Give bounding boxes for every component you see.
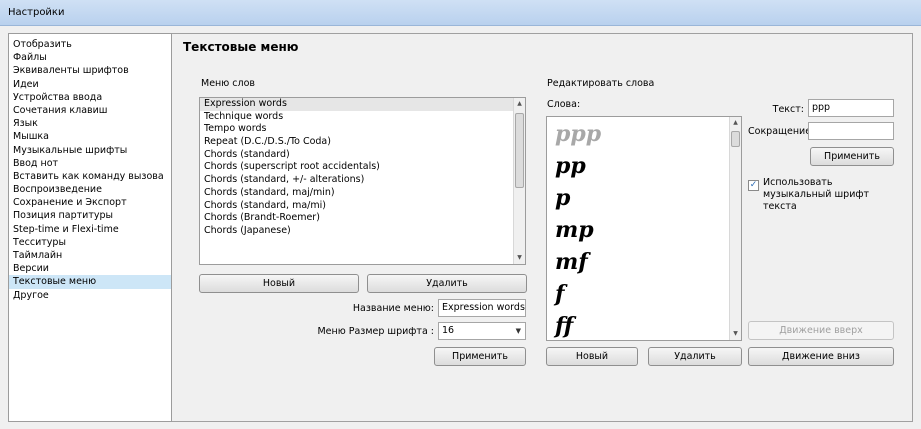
- list-item[interactable]: Chords (Brandt-Roemer): [200, 212, 525, 225]
- page-title: Текстовые меню: [183, 40, 299, 54]
- list-item[interactable]: mf: [555, 249, 588, 275]
- window-title: Настройки: [8, 7, 65, 18]
- scroll-up-arrow-icon[interactable]: ▲: [730, 117, 741, 129]
- move-up-button[interactable]: Движение вверх: [748, 321, 894, 340]
- list-item[interactable]: Chords (Japanese): [200, 225, 525, 238]
- sidebar-item[interactable]: Вставить как команду вызова: [9, 170, 171, 183]
- abbreviation-label: Сокращение:: [748, 126, 815, 137]
- word-menus-label: Меню слов: [201, 78, 255, 89]
- delete-word-button[interactable]: Удалить: [648, 347, 742, 366]
- abbreviation-field[interactable]: [808, 122, 894, 140]
- sidebar-item[interactable]: Таймлайн: [9, 249, 171, 262]
- menu-name-field[interactable]: Expression words: [438, 299, 526, 317]
- menu-name-label: Название меню:: [352, 303, 434, 314]
- list-item[interactable]: ppp: [555, 121, 601, 147]
- new-menu-button[interactable]: Новый: [199, 274, 359, 293]
- list-item[interactable]: pp: [555, 153, 586, 179]
- list-item[interactable]: ff: [555, 313, 573, 339]
- sidebar-item[interactable]: Сочетания клавиш: [9, 104, 171, 117]
- words-list[interactable]: ppp pp p mp mf f ff ▲ ▼: [546, 116, 742, 341]
- use-music-font-checkbox[interactable]: ✓: [748, 180, 759, 191]
- sidebar-item[interactable]: Другое: [9, 289, 171, 302]
- sidebar-item[interactable]: Устройства ввода: [9, 91, 171, 104]
- font-size-value: 16: [442, 325, 455, 336]
- list-item[interactable]: Repeat (D.C./D.S./To Coda): [200, 136, 525, 149]
- sidebar-item[interactable]: Отобразить: [9, 38, 171, 51]
- scroll-up-arrow-icon[interactable]: ▲: [514, 98, 525, 110]
- use-music-font-label: Использовать музыкальный шрифт текста: [763, 177, 870, 212]
- sidebar: Отобразить Файлы Эквиваленты шрифтов Идеи Ус…: [8, 33, 172, 422]
- sidebar-item[interactable]: Эквиваленты шрифтов: [9, 64, 171, 77]
- word-menus-list[interactable]: Expression words Technique words Tempo wor…: [199, 97, 526, 265]
- edit-words-label: Редактировать слова: [547, 78, 655, 89]
- word-menus-scrollbar[interactable]: ▲ ▼: [513, 98, 525, 264]
- list-item[interactable]: Chords (standard, +/- alterations): [200, 174, 525, 187]
- sidebar-item[interactable]: Язык: [9, 117, 171, 130]
- scroll-down-arrow-icon[interactable]: ▼: [730, 328, 741, 340]
- word-menus-rows: Expression words Technique words Tempo wor…: [200, 98, 525, 238]
- text-field[interactable]: ppp: [808, 99, 894, 117]
- list-item[interactable]: mp: [555, 217, 594, 243]
- apply-menu-button[interactable]: Применить: [434, 347, 526, 366]
- sidebar-item[interactable]: Позиция партитуры: [9, 209, 171, 222]
- move-down-button[interactable]: Движение вниз: [748, 347, 894, 366]
- preferences-window: Настройки Отобразить Файлы Эквиваленты шри…: [0, 0, 921, 429]
- list-item[interactable]: Chords (superscript root accidentals): [200, 161, 525, 174]
- sidebar-item[interactable]: Версии: [9, 262, 171, 275]
- list-item[interactable]: Tempo words: [200, 123, 525, 136]
- sidebar-item[interactable]: Файлы: [9, 51, 171, 64]
- sidebar-item[interactable]: Текстовые меню: [9, 275, 171, 289]
- words-label: Слова:: [547, 99, 581, 110]
- list-item[interactable]: Technique words: [200, 111, 525, 124]
- words-scrollbar[interactable]: ▲ ▼: [729, 117, 741, 340]
- scroll-thumb[interactable]: [731, 131, 740, 147]
- font-size-label: Меню Размер шрифта :: [317, 326, 434, 337]
- list-item[interactable]: Expression words: [200, 98, 525, 111]
- sidebar-item[interactable]: Мышка: [9, 130, 171, 143]
- sidebar-item[interactable]: Идеи: [9, 78, 171, 91]
- list-item[interactable]: f: [555, 281, 564, 307]
- font-size-select[interactable]: 16 ▼: [438, 322, 526, 340]
- sidebar-list: Отобразить Файлы Эквиваленты шрифтов Идеи Ус…: [9, 34, 171, 302]
- sidebar-item[interactable]: Сохранение и Экспорт: [9, 196, 171, 209]
- scroll-thumb[interactable]: [515, 113, 524, 188]
- list-item[interactable]: Chords (standard, ma/mi): [200, 200, 525, 213]
- title-bar: Настройки: [0, 0, 921, 26]
- sidebar-item[interactable]: Тесситуры: [9, 236, 171, 249]
- apply-word-button[interactable]: Применить: [810, 147, 894, 166]
- new-word-button[interactable]: Новый: [546, 347, 638, 366]
- sidebar-item[interactable]: Ввод нот: [9, 157, 171, 170]
- list-item[interactable]: Chords (standard, maj/min): [200, 187, 525, 200]
- delete-menu-button[interactable]: Удалить: [367, 274, 527, 293]
- list-item[interactable]: Chords (standard): [200, 149, 525, 162]
- list-item[interactable]: p: [555, 185, 570, 211]
- sidebar-item[interactable]: Step-time и Flexi-time: [9, 223, 171, 236]
- sidebar-item[interactable]: Музыкальные шрифты: [9, 144, 171, 157]
- text-label: Текст:: [772, 104, 804, 115]
- chevron-down-icon: ▼: [515, 327, 521, 335]
- scroll-down-arrow-icon[interactable]: ▼: [514, 252, 525, 264]
- sidebar-item[interactable]: Воспроизведение: [9, 183, 171, 196]
